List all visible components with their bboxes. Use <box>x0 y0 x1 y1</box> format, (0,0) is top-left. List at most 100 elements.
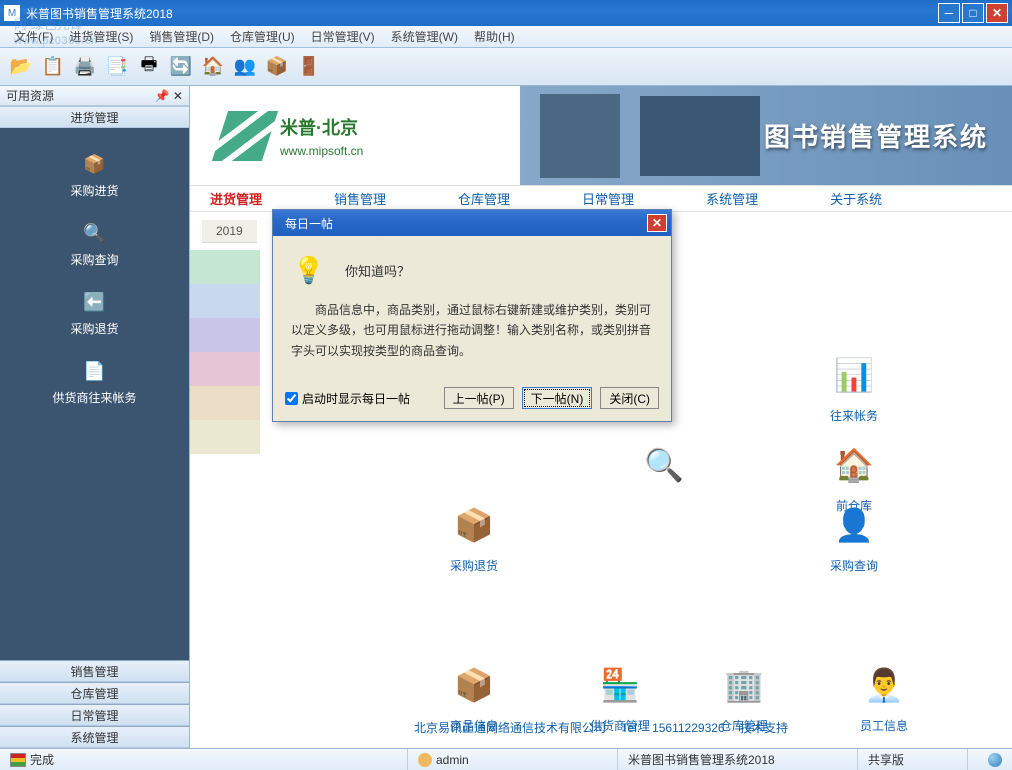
menu-help[interactable]: 帮助(H) <box>466 26 523 47</box>
product-icon: 📦 <box>450 661 498 709</box>
pin-icon[interactable]: 📌 ✕ <box>155 89 183 103</box>
color-swatches <box>190 250 260 454</box>
prev-tip-button[interactable]: 上一帖(P) <box>444 387 514 409</box>
staff-icon: 👨‍💼 <box>860 661 908 709</box>
maximize-button[interactable]: □ <box>962 3 984 23</box>
swatch-6[interactable] <box>190 420 260 454</box>
title-bar: M 米普图书销售管理系统2018 ─ □ ✕ <box>0 0 1012 26</box>
sidebar-body: 📦 采购进货 🔍 采购查询 ⬅️ 采购退货 📄 供货商往来帐务 <box>0 128 189 660</box>
globe-icon[interactable] <box>988 753 1002 767</box>
folder-icon: 📂 <box>9 55 33 79</box>
sidebar-panel-warehouse[interactable]: 仓库管理 <box>0 682 189 704</box>
status-version: 共享版 <box>868 751 904 768</box>
lightbulb-icon: 💡 <box>291 252 327 288</box>
tool-exit[interactable]: 🚪 <box>294 52 324 82</box>
sidebar-header: 可用资源 📌 ✕ <box>0 86 189 106</box>
toolbar: 📂 📋 🖨️ 📑 🖶 🔄 🏠 👥 📦 🚪 <box>0 48 1012 86</box>
user-icon <box>418 753 432 767</box>
exit-icon: 🚪 <box>297 55 321 79</box>
grid-accounts[interactable]: 📊 往来帐务 <box>830 351 878 424</box>
swatch-3[interactable] <box>190 318 260 352</box>
footer-tel[interactable]: 15611229326 <box>652 721 725 735</box>
footer-links: 北京易讯正通网络通信技术有限公司 Tel:15611229326 技术支持 <box>190 719 1012 736</box>
next-tip-button[interactable]: 下一帖(N) <box>522 387 593 409</box>
menu-system[interactable]: 系统管理(W) <box>383 26 466 47</box>
dialog-titlebar[interactable]: 每日一帖 ✕ <box>273 210 671 236</box>
tab-warehouse[interactable]: 仓库管理 <box>458 189 510 208</box>
swatch-2[interactable] <box>190 284 260 318</box>
dialog-question: 你知道吗？ <box>345 261 410 280</box>
house-icon: 🏠 <box>830 441 878 489</box>
swatch-4[interactable] <box>190 352 260 386</box>
tool-refresh[interactable]: 🔄 <box>166 52 196 82</box>
status-user: admin <box>436 753 469 767</box>
back-icon: ⬅️ <box>82 290 106 314</box>
tool-home[interactable]: 🏠 <box>198 52 228 82</box>
home-icon: 🏠 <box>201 55 225 79</box>
dialog-title: 每日一帖 <box>277 215 333 232</box>
menu-purchase[interactable]: 进货管理(S) <box>61 26 141 47</box>
dialog-checkbox[interactable]: 启动时显示每日一帖 <box>285 390 410 407</box>
dialog-close-button[interactable]: ✕ <box>647 214 667 232</box>
sidebar-item-supplier[interactable]: 📄 供货商往来帐务 <box>52 351 136 414</box>
status-done: 完成 <box>30 751 54 768</box>
list-icon: 📋 <box>41 55 65 79</box>
banner: 米普·北京 www.mipsoft.cn 图书销售管理系统 <box>190 86 1012 186</box>
tool-printer[interactable]: 🖶 <box>134 52 164 82</box>
grid-search[interactable]: 🔍 <box>640 441 688 489</box>
menu-daily[interactable]: 日常管理(V) <box>303 26 383 47</box>
supplier-icon: 🏪 <box>596 661 644 709</box>
minimize-button[interactable]: ─ <box>938 3 960 23</box>
grid-return[interactable]: 📦 采购退货 <box>450 501 498 574</box>
sidebar-panel-purchase[interactable]: 进货管理 <box>0 106 189 128</box>
printer2-icon: 🖶 <box>137 55 161 79</box>
refresh-icon: 🔄 <box>169 55 193 79</box>
menu-warehouse[interactable]: 仓库管理(U) <box>222 26 303 47</box>
year-label: 2019 <box>202 220 257 243</box>
footer-company[interactable]: 北京易讯正通网络通信技术有限公司 <box>414 721 606 735</box>
tool-list[interactable]: 📋 <box>38 52 68 82</box>
tip-dialog: 每日一帖 ✕ 💡 你知道吗？ 商品信息中，商品类别，通过鼠标右键新建或维护类别，… <box>272 209 672 422</box>
tool-print[interactable]: 🖨️ <box>70 52 100 82</box>
tool-users[interactable]: 👥 <box>230 52 260 82</box>
tool-doc[interactable]: 📑 <box>102 52 132 82</box>
close-button[interactable]: ✕ <box>986 3 1008 23</box>
swatch-5[interactable] <box>190 386 260 420</box>
sidebar-item-query[interactable]: 🔍 采购查询 <box>70 213 118 276</box>
menu-sales[interactable]: 销售管理(D) <box>141 26 222 47</box>
brand-name: 米普·北京 <box>280 114 363 140</box>
sidebar-item-return[interactable]: ⬅️ 采购退货 <box>70 282 118 345</box>
printer-icon: 🖨️ <box>73 55 97 79</box>
sidebar-panel-daily[interactable]: 日常管理 <box>0 704 189 726</box>
building-icon: 🏢 <box>720 661 768 709</box>
tab-purchase[interactable]: 进货管理 <box>210 189 262 208</box>
users-icon: 👥 <box>233 55 257 79</box>
box-icon: 📦 <box>265 55 289 79</box>
tab-sales[interactable]: 销售管理 <box>334 189 386 208</box>
window-title: 米普图书销售管理系统2018 <box>26 5 938 22</box>
footer-support[interactable]: 技术支持 <box>740 721 788 735</box>
accounts-icon: 📊 <box>830 351 878 399</box>
magnifier-icon: 🔍 <box>640 441 688 489</box>
swatch-1[interactable] <box>190 250 260 284</box>
doc-icon: 📄 <box>82 359 106 383</box>
show-on-startup-checkbox[interactable] <box>285 392 298 405</box>
tool-box[interactable]: 📦 <box>262 52 292 82</box>
menu-file[interactable]: 文件(F) <box>6 26 61 47</box>
close-tip-button[interactable]: 关闭(C) <box>600 387 659 409</box>
sidebar-panel-sales[interactable]: 销售管理 <box>0 660 189 682</box>
status-app: 米普图书销售管理系统2018 <box>628 751 775 768</box>
app-icon: M <box>4 5 20 21</box>
grid-query[interactable]: 👤 采购查询 <box>830 501 878 574</box>
sidebar-item-order[interactable]: 📦 采购进货 <box>70 144 118 207</box>
tool-open[interactable]: 📂 <box>6 52 36 82</box>
tab-daily[interactable]: 日常管理 <box>582 189 634 208</box>
tab-about[interactable]: 关于系统 <box>830 189 882 208</box>
menu-bar: 文件(F) 进货管理(S) 销售管理(D) 仓库管理(U) 日常管理(V) 系统… <box>0 26 1012 48</box>
sidebar-title: 可用资源 <box>6 87 54 104</box>
status-bar: 完成 admin 米普图书销售管理系统2018 共享版 <box>0 748 1012 770</box>
sidebar-panel-system[interactable]: 系统管理 <box>0 726 189 748</box>
tab-system[interactable]: 系统管理 <box>706 189 758 208</box>
flag-icon <box>10 753 26 767</box>
person-icon: 👤 <box>830 501 878 549</box>
